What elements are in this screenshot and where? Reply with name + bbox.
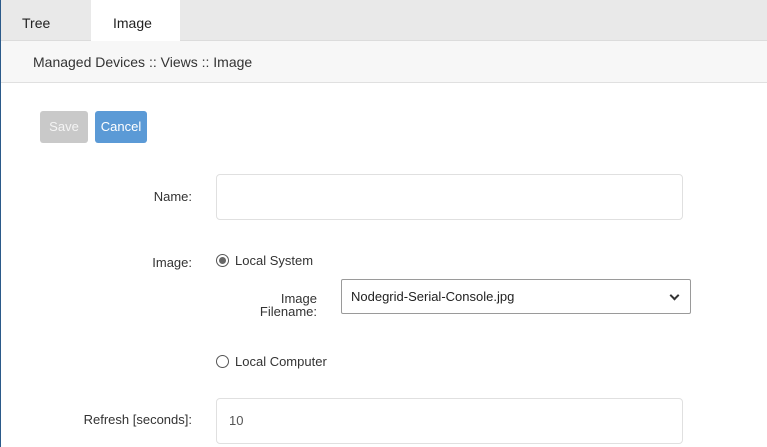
tab-tree-label: Tree [22, 15, 51, 31]
save-button[interactable]: Save [40, 111, 88, 143]
local-system-label: Local System [235, 253, 314, 268]
refresh-label: Refresh [seconds]: [83, 412, 192, 427]
cancel-button[interactable]: Cancel [95, 111, 147, 143]
local-computer-radio[interactable] [216, 355, 229, 368]
image-filename-label: Image Filename: [260, 292, 317, 318]
tab-bar: Tree Image [1, 0, 767, 42]
local-system-radio[interactable] [216, 254, 229, 267]
image-filename-label-line2: Filename: [259, 304, 317, 319]
tab-image[interactable]: Image [91, 0, 180, 42]
breadcrumb: Managed Devices :: Views :: Image [33, 54, 253, 70]
local-computer-radio-option[interactable]: Local Computer [216, 354, 327, 369]
image-filename-select[interactable]: Nodegrid-Serial-Console.jpg [341, 279, 691, 314]
local-system-radio-option[interactable]: Local System [216, 253, 313, 268]
tab-image-label: Image [113, 15, 152, 31]
breadcrumb-bar: Managed Devices :: Views :: Image [1, 41, 767, 83]
chevron-down-icon [669, 290, 680, 301]
refresh-value: 10 [229, 413, 244, 428]
local-computer-label: Local Computer [235, 354, 327, 369]
image-filename-value: Nodegrid-Serial-Console.jpg [351, 289, 515, 304]
refresh-input[interactable]: 10 [216, 398, 683, 444]
name-input[interactable] [216, 174, 683, 220]
image-label: Image: [152, 255, 192, 270]
name-label: Name: [153, 189, 192, 204]
tab-tree[interactable]: Tree [1, 0, 91, 41]
